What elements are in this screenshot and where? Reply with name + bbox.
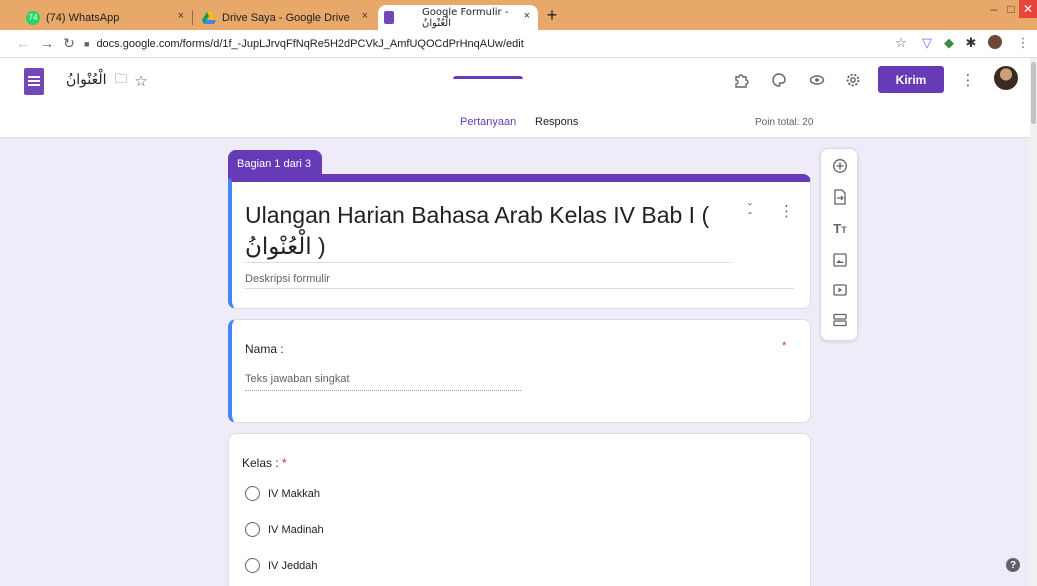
google-forms-logo-icon[interactable]	[24, 68, 44, 95]
description-underline	[245, 288, 794, 289]
google-forms-icon	[384, 11, 395, 24]
tab-whatsapp[interactable]: 74 (74) WhatsApp ×	[18, 5, 193, 30]
settings-gear-icon[interactable]	[842, 69, 864, 91]
lock-icon: ■	[84, 39, 90, 49]
tab-separator	[192, 10, 193, 25]
tab-responses[interactable]: Respons	[535, 116, 578, 136]
browser-menu-icon[interactable]: ⋮	[1014, 35, 1032, 51]
option-label: IV Makkah	[268, 487, 320, 500]
add-image-icon[interactable]	[821, 253, 859, 270]
maximize-button[interactable]: □	[1003, 0, 1019, 18]
form-description-field[interactable]: Deskripsi formulir	[245, 273, 330, 285]
more-vert-icon[interactable]: ⋮	[957, 69, 979, 91]
question-card-kelas[interactable]: Kelas : * IV Makkah IV Madinah IV Jeddah	[228, 433, 811, 586]
close-tab-icon[interactable]: ×	[178, 10, 184, 22]
palette-icon[interactable]	[768, 69, 790, 91]
radio-option[interactable]: IV Jeddah	[245, 558, 318, 573]
bookmark-star-icon[interactable]: ☆	[892, 35, 910, 51]
add-section-icon[interactable]	[821, 313, 859, 330]
radio-circle-icon[interactable]	[245, 486, 260, 501]
title-underline	[245, 262, 731, 263]
add-video-icon[interactable]	[821, 283, 859, 300]
form-title-card[interactable]: Ulangan Harian Bahasa Arab Kelas IV Bab …	[228, 174, 811, 309]
radio-option[interactable]: IV Makkah	[245, 486, 320, 501]
question-card-nama[interactable]: Nama : * Teks jawaban singkat	[228, 319, 811, 423]
shield-extension-icon[interactable]: ▽	[918, 35, 936, 51]
url-field[interactable]: ■ docs.google.com/forms/d/1f_-JupLJrvqFf…	[84, 34, 944, 54]
floating-toolbar: TT	[820, 148, 858, 341]
question-title: Kelas : *	[242, 456, 287, 470]
tab-title: Drive Saya - Google Drive	[222, 11, 350, 24]
short-answer-underline	[245, 390, 521, 391]
globe-extension-icon[interactable]: ◆	[940, 35, 958, 51]
form-title[interactable]: Ulangan Harian Bahasa Arab Kelas IV Bab …	[245, 200, 725, 262]
more-options-icon[interactable]: ⋮	[779, 202, 794, 220]
total-points: Poin total: 20	[755, 117, 814, 128]
close-tab-icon[interactable]: ×	[362, 10, 368, 22]
reload-icon[interactable]: ↻	[60, 35, 78, 52]
tab-title: (74) WhatsApp	[46, 11, 120, 24]
short-answer-placeholder: Teks jawaban singkat	[245, 373, 350, 385]
page-scrollbar-track[interactable]	[1030, 58, 1037, 586]
collapse-section-icon[interactable]: ˇˆ	[743, 202, 757, 223]
star-icon[interactable]: ☆	[130, 70, 152, 92]
back-arrow-icon[interactable]: ←	[14, 35, 32, 51]
document-title[interactable]: الْعُنْوانُ	[66, 72, 107, 88]
add-question-icon[interactable]	[821, 158, 859, 177]
tab-google-forms[interactable]: Google Formulir - الْعُنْوانُ ×	[378, 5, 538, 30]
required-asterisk: *	[782, 340, 787, 352]
help-icon[interactable]: ?	[1006, 558, 1020, 572]
radio-option[interactable]: IV Madinah	[245, 522, 324, 537]
close-tab-icon[interactable]: ×	[524, 10, 530, 22]
tab-title: Google Formulir - الْعُنْوانُ	[422, 6, 509, 29]
page-scrollbar-thumb[interactable]	[1031, 62, 1036, 124]
preview-eye-icon[interactable]	[806, 69, 828, 91]
url-text: docs.google.com/forms/d/1f_-JupLJrvqFfNq…	[96, 38, 524, 50]
import-questions-icon[interactable]	[821, 189, 859, 208]
add-title-text-icon[interactable]: TT	[821, 221, 859, 236]
radio-circle-icon[interactable]	[245, 558, 260, 573]
whatsapp-icon: 74	[26, 10, 40, 25]
minimize-button[interactable]: –	[986, 0, 1002, 18]
option-label: IV Jeddah	[268, 559, 318, 572]
addon-puzzle-icon[interactable]	[730, 69, 752, 91]
new-tab-button[interactable]: +	[542, 4, 562, 26]
close-window-button[interactable]: ✕	[1019, 0, 1037, 18]
send-button[interactable]: Kirim	[878, 66, 944, 93]
question-title: Nama :	[245, 342, 284, 356]
active-tab-indicator	[453, 76, 523, 79]
puzzle-extensions-icon[interactable]: ✱	[962, 35, 980, 51]
tab-questions[interactable]: Pertanyaan	[460, 116, 516, 136]
folder-icon[interactable]: 🗀	[110, 70, 132, 92]
option-label: IV Madinah	[268, 523, 324, 536]
required-asterisk: *	[282, 456, 287, 470]
forward-arrow-icon[interactable]: →	[38, 35, 56, 51]
radio-circle-icon[interactable]	[245, 522, 260, 537]
account-avatar[interactable]	[994, 66, 1018, 90]
google-drive-icon	[202, 11, 216, 25]
forms-header: الْعُنْوانُ 🗀 ☆ Kirim ⋮ Pertanyaan Respo…	[0, 58, 1037, 138]
address-bar: ← → ↻ ■ docs.google.com/forms/d/1f_-JupL…	[0, 30, 1037, 58]
tab-google-drive[interactable]: Drive Saya - Google Drive ×	[194, 5, 376, 30]
profile-avatar-icon[interactable]	[986, 35, 1004, 52]
browser-tab-bar: 74 (74) WhatsApp × Drive Saya - Google D…	[0, 0, 1037, 30]
